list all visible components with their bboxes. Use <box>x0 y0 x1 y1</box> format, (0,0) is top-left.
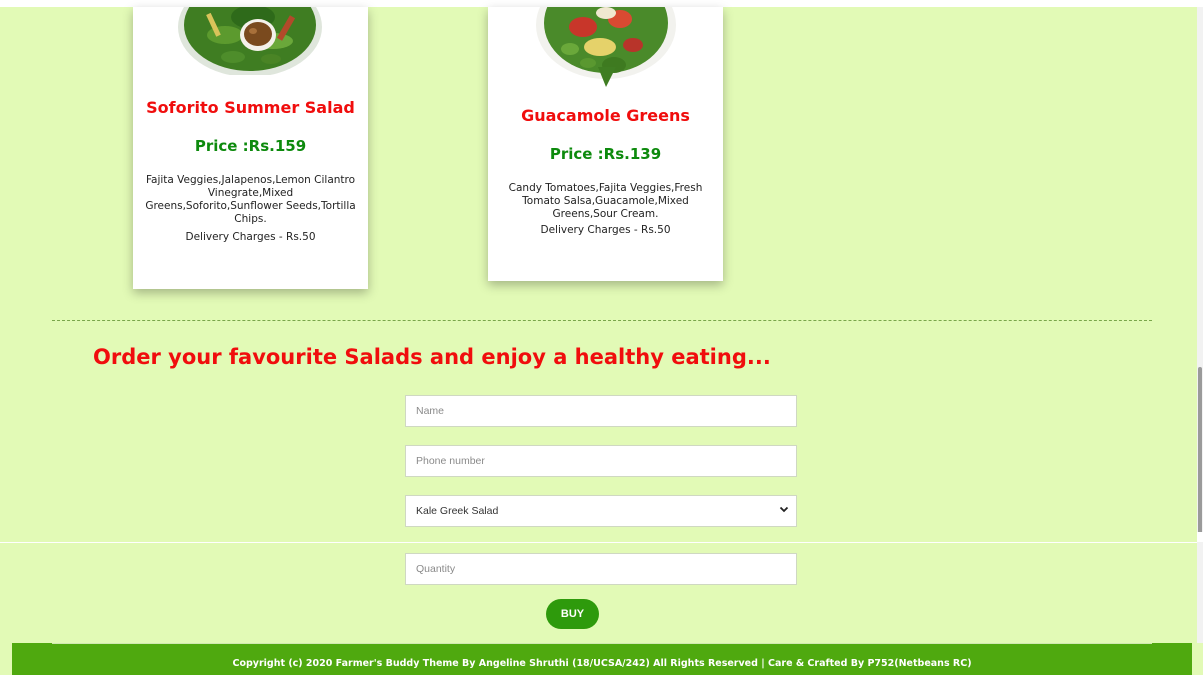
section-divider <box>52 320 1152 321</box>
product-price: Price :Rs.139 <box>549 145 662 163</box>
top-strip <box>0 0 1203 7</box>
product-price: Price :Rs.159 <box>194 137 307 155</box>
phone-input[interactable] <box>405 445 797 477</box>
order-heading: Order your favourite Salads and enjoy a … <box>93 345 771 369</box>
product-title: Guacamole Greens <box>521 106 690 125</box>
band-line <box>0 542 1203 543</box>
product-card-guacamole: Guacamole Greens Price :Rs.139 Candy Tom… <box>488 7 723 281</box>
buy-button[interactable]: BUY <box>546 599 599 629</box>
salad-select-wrap: Kale Greek Salad <box>405 495 797 527</box>
quantity-input[interactable] <box>405 553 797 585</box>
footer-line <box>52 643 1152 644</box>
salad-bowl-image <box>488 7 723 87</box>
salad-select[interactable]: Kale Greek Salad <box>405 495 797 527</box>
scrollbar-thumb[interactable] <box>1198 367 1202 537</box>
product-card-soforito: Soforito Summer Salad Price :Rs.159 Faji… <box>133 7 368 289</box>
name-input[interactable] <box>405 395 797 427</box>
page: Soforito Summer Salad Price :Rs.159 Faji… <box>0 0 1203 675</box>
salad-bowl-image <box>133 7 368 75</box>
product-description: Candy Tomatoes,Fajita Veggies,Fresh Toma… <box>508 182 703 220</box>
footer-copyright: Copyright (c) 2020 Farmer's Buddy Theme … <box>232 658 972 669</box>
scrollbar[interactable] <box>1197 7 1203 643</box>
delivery-charges: Delivery Charges - Rs.50 <box>540 224 671 236</box>
delivery-charges: Delivery Charges - Rs.50 <box>185 231 316 243</box>
footer: Copyright (c) 2020 Farmer's Buddy Theme … <box>12 643 1192 675</box>
scroll-gap <box>1197 532 1203 542</box>
product-title: Soforito Summer Salad <box>146 98 355 117</box>
product-description: Fajita Veggies,Jalapenos,Lemon Cilantro … <box>145 174 356 225</box>
